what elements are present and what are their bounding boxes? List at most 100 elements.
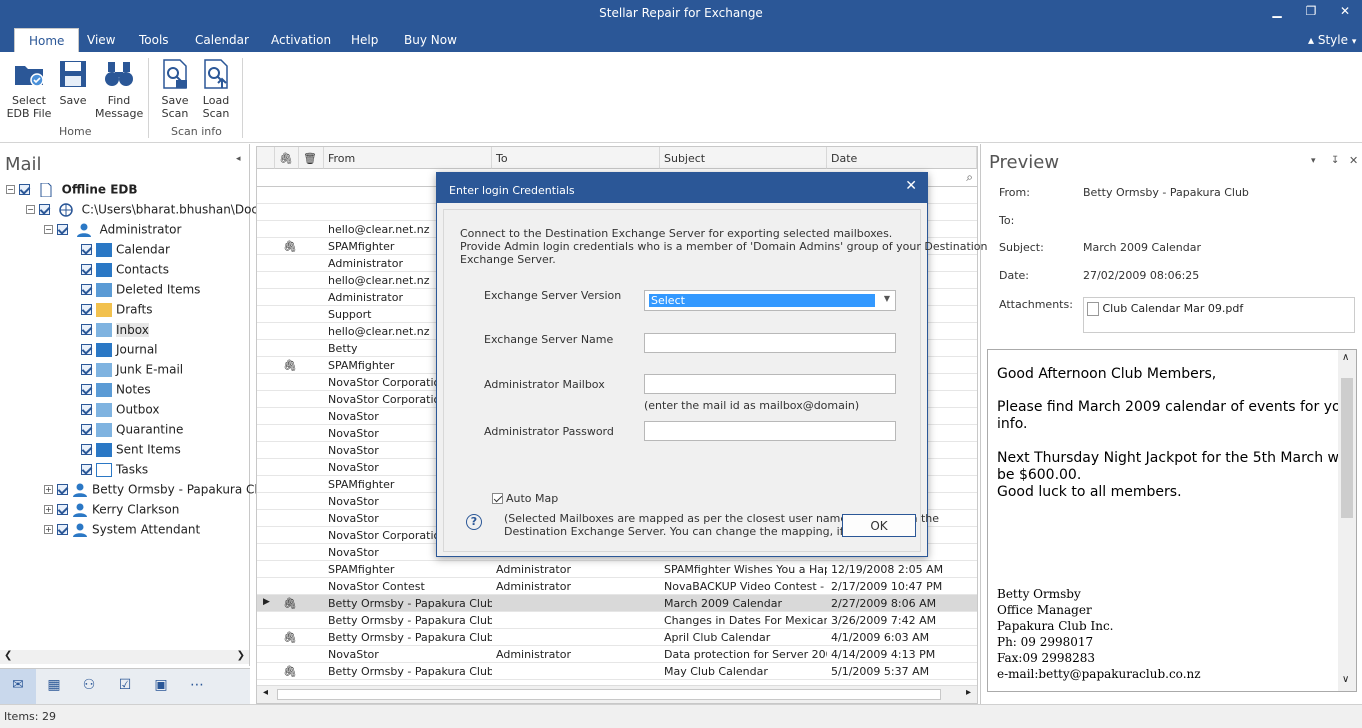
folder-sent-items[interactable]: Sent Items (81, 442, 181, 460)
help-icon[interactable]: ? (466, 514, 482, 530)
header-date[interactable]: Date (827, 147, 977, 169)
close-icon[interactable]: ✕ (1330, 4, 1360, 24)
table-row[interactable]: NovaStor Contest Administrator NovaBACKUP … (257, 578, 977, 595)
checkbox[interactable] (81, 364, 92, 375)
checkbox[interactable] (19, 184, 30, 195)
notes-icon[interactable]: ▣ (151, 677, 171, 695)
checkbox[interactable] (57, 504, 68, 515)
calendar-icon[interactable]: ▦ (44, 677, 64, 695)
checkbox[interactable] (81, 404, 92, 415)
folder-deleted-items[interactable]: Deleted Items (81, 282, 200, 300)
pin-icon[interactable]: ↧ (1331, 155, 1339, 166)
table-row[interactable]: 🖇 Betty Ormsby - Papakura Club April Club … (257, 629, 977, 646)
style-menu[interactable]: ▴ Style ▾ (1308, 33, 1356, 47)
search-icon[interactable]: ⌕ (966, 170, 973, 185)
checkbox[interactable] (57, 224, 68, 235)
folder-drafts[interactable]: Drafts (81, 302, 153, 320)
admin-mailbox-input[interactable] (644, 374, 896, 394)
preview-vertical-scrollbar[interactable]: ∧ ∨ (1338, 350, 1356, 691)
select-edb-file-button[interactable]: Select EDB File (6, 58, 52, 120)
tree-mailbox-betty[interactable]: + Betty Ormsby - Papakura Clu (44, 482, 265, 500)
tree-path[interactable]: − C:\Users\bharat.bhushan\Docur (26, 202, 271, 220)
grid-horizontal-scrollbar[interactable]: ◂ ▸ (257, 685, 977, 703)
expander-icon[interactable]: − (6, 185, 15, 194)
table-row[interactable]: SPAMfighter Administrator SPAMfighter Wish… (257, 561, 977, 578)
scroll-down-icon[interactable]: ∨ (1342, 674, 1349, 685)
tab-buy-now[interactable]: Buy Now (404, 33, 457, 47)
contacts-icon[interactable]: ⚇ (79, 677, 99, 695)
header-subject[interactable]: Subject (660, 147, 827, 169)
scroll-right-icon[interactable]: ❯ (237, 650, 245, 661)
scroll-left-icon[interactable]: ❮ (4, 650, 12, 661)
table-row[interactable]: NovaStor Administrator Data protection for… (257, 646, 977, 663)
auto-map-checkbox[interactable] (492, 493, 503, 504)
tree-root[interactable]: − Offline EDB (6, 182, 138, 200)
tab-view[interactable]: View (87, 33, 115, 47)
scroll-thumb[interactable] (277, 689, 941, 700)
collapse-pane-icon[interactable]: ◂ (236, 154, 241, 164)
scroll-thumb[interactable] (1341, 378, 1353, 518)
checkbox[interactable] (81, 344, 92, 355)
folder-inbox[interactable]: Inbox (81, 322, 149, 340)
restore-icon[interactable]: ❐ (1296, 4, 1326, 24)
header-from[interactable]: From (324, 147, 492, 169)
expander-icon[interactable]: + (44, 505, 53, 514)
tab-tools[interactable]: Tools (139, 33, 169, 47)
table-row[interactable]: ▶ 🖇 Betty Ormsby - Papakura Club March 2009… (257, 595, 977, 612)
folder-calendar[interactable]: Calendar (81, 242, 170, 260)
tab-help[interactable]: Help (351, 33, 378, 47)
checkbox[interactable] (81, 444, 92, 455)
save-button[interactable]: Save (56, 58, 90, 107)
server-version-select[interactable]: Select ▼ (644, 290, 896, 311)
find-message-button[interactable]: Find Message (95, 58, 143, 120)
folder-tasks[interactable]: Tasks (81, 462, 148, 480)
mail-icon[interactable]: ✉ (8, 677, 28, 695)
attachment-item[interactable]: Club Calendar Mar 09.pdf (1083, 297, 1355, 333)
tree-mailbox-system[interactable]: + System Attendant (44, 522, 200, 540)
tab-home[interactable]: Home (14, 28, 80, 52)
expander-icon[interactable]: − (44, 225, 53, 234)
scroll-right-icon[interactable]: ▸ (966, 687, 971, 698)
checkbox[interactable] (39, 204, 50, 215)
tree-mailbox-kerry[interactable]: + Kerry Clarkson (44, 502, 179, 520)
header-to[interactable]: To (492, 147, 660, 169)
close-icon[interactable]: ✕ (905, 178, 917, 194)
checkbox[interactable] (57, 524, 68, 535)
expander-icon[interactable]: + (44, 485, 53, 494)
minimize-icon[interactable]: ▁ (1262, 4, 1292, 24)
checkbox[interactable] (81, 464, 92, 475)
horizontal-scrollbar[interactable]: ❮ ❯ (0, 650, 249, 664)
admin-password-input[interactable] (644, 421, 896, 441)
folder-journal[interactable]: Journal (81, 342, 158, 360)
more-icon[interactable]: ⋯ (187, 677, 207, 695)
folder-notes[interactable]: Notes (81, 382, 151, 400)
checkbox[interactable] (81, 284, 92, 295)
close-icon[interactable]: ✕ (1349, 154, 1358, 167)
table-row[interactable]: Betty Ormsby - Papakura Club Changes in D… (257, 612, 977, 629)
folder-junk-email[interactable]: Junk E-mail (81, 362, 183, 380)
folder-quarantine[interactable]: Quarantine (81, 422, 183, 440)
tasks-icon[interactable]: ☑ (115, 677, 135, 695)
scroll-left-icon[interactable]: ◂ (263, 687, 268, 698)
chevron-down-icon[interactable]: ▾ (1311, 156, 1316, 166)
scroll-up-icon[interactable]: ∧ (1342, 352, 1349, 363)
checkbox[interactable] (57, 484, 68, 495)
checkbox[interactable] (81, 324, 92, 335)
checkbox[interactable] (81, 244, 92, 255)
checkbox[interactable] (81, 424, 92, 435)
tab-activation[interactable]: Activation (271, 33, 331, 47)
header-attachment[interactable]: 🖇 (275, 147, 299, 169)
server-name-input[interactable] (644, 333, 896, 353)
load-scan-button[interactable]: Load Scan (199, 58, 233, 120)
header-delete[interactable]: 🗑 (299, 147, 324, 169)
checkbox[interactable] (81, 304, 92, 315)
ok-button[interactable]: OK (842, 514, 916, 537)
table-row[interactable]: 🖇 Betty Ormsby - Papakura Club May Club Ca… (257, 663, 977, 680)
expander-icon[interactable]: − (26, 205, 35, 214)
expander-icon[interactable]: + (44, 525, 53, 534)
folder-outbox[interactable]: Outbox (81, 402, 159, 420)
tree-administrator[interactable]: − Administrator (44, 222, 181, 240)
folder-contacts[interactable]: Contacts (81, 262, 169, 280)
checkbox[interactable] (81, 384, 92, 395)
save-scan-button[interactable]: Save Scan (158, 58, 192, 120)
